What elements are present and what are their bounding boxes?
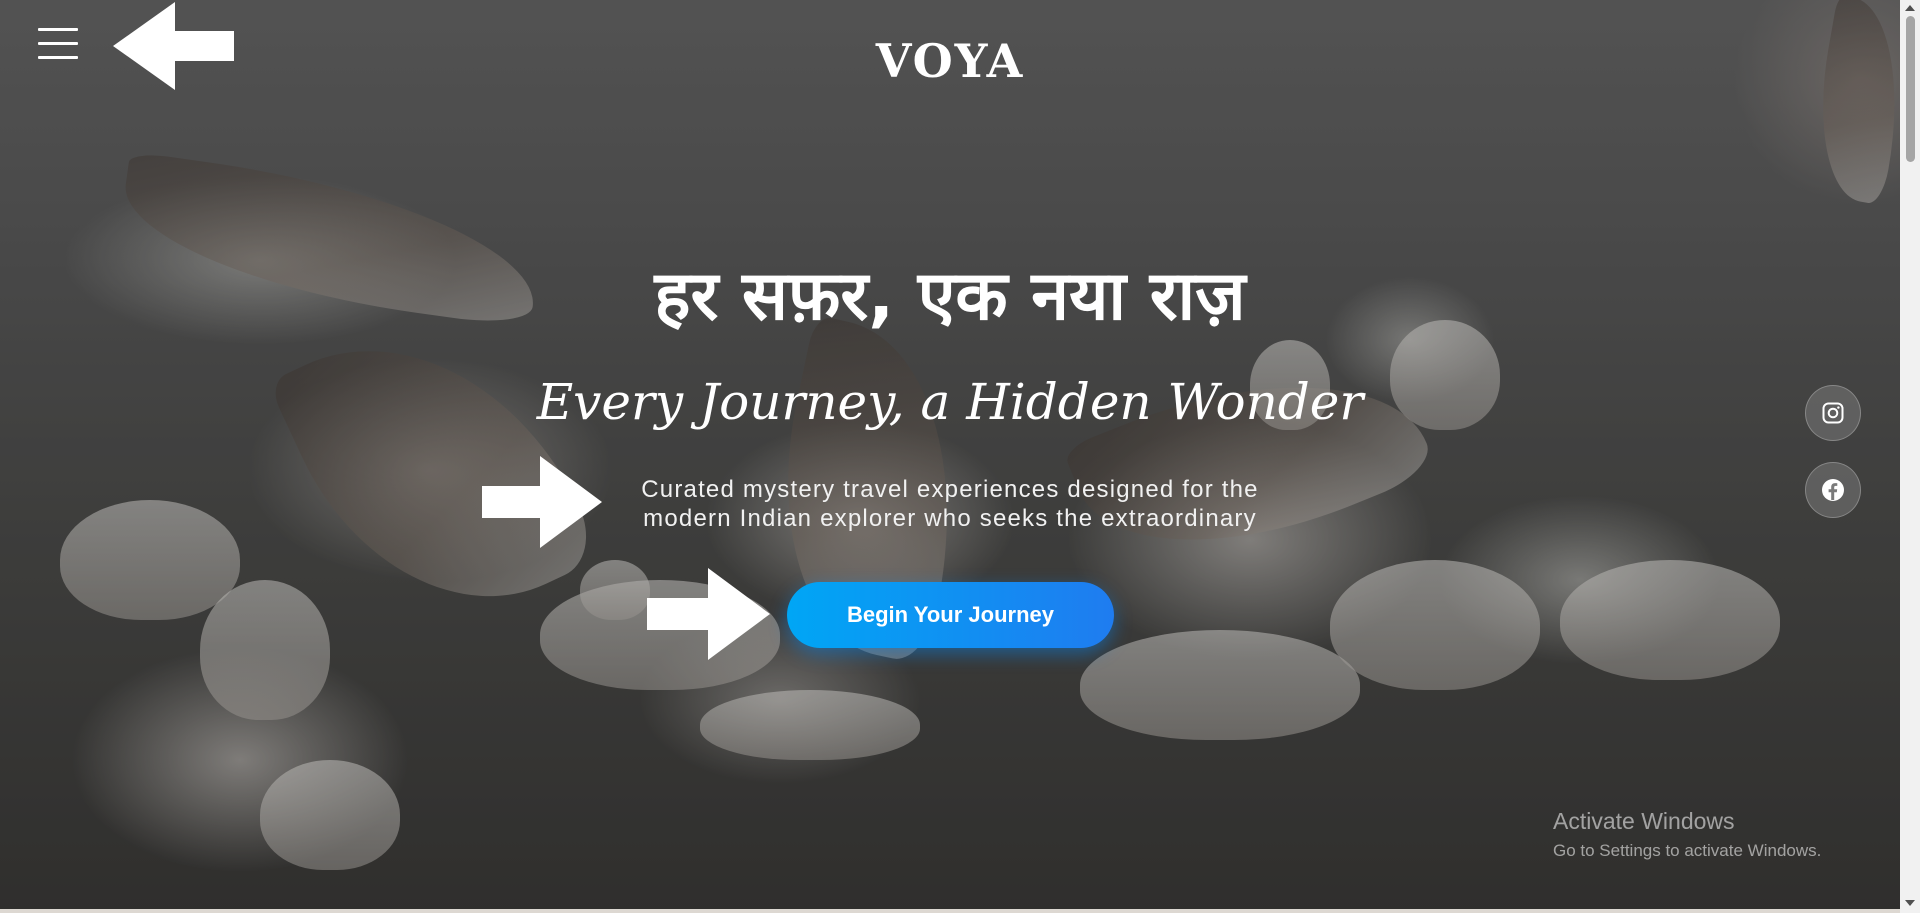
vertical-scrollbar[interactable] (1900, 0, 1920, 913)
left-arrow-shaft (172, 31, 234, 61)
facebook-button[interactable] (1805, 462, 1861, 518)
hero-description-line: modern Indian explorer who seeks the ext… (643, 505, 1257, 532)
begin-journey-button[interactable]: Begin Your Journey (787, 582, 1114, 648)
right-arrow-shaft (482, 486, 542, 518)
hero-description-line: Curated mystery travel experiences desig… (641, 476, 1259, 503)
left-arrow-head (113, 2, 175, 90)
hero-dark-overlay (0, 0, 1900, 913)
instagram-button[interactable] (1805, 385, 1861, 441)
right-arrow-head (540, 456, 602, 548)
right-arrow-head (708, 568, 770, 660)
hero-subtitle: Every Journey, a Hidden Wonder (536, 373, 1364, 431)
page-viewport: VOYA हर सफ़र, एक नया राज़ Every Journey,… (0, 0, 1920, 913)
page-bottom-edge (0, 909, 1900, 913)
activate-windows-title: Activate Windows (1553, 808, 1735, 834)
activate-windows-subtitle: Go to Settings to activate Windows. (1553, 841, 1822, 860)
scroll-down-arrow-icon[interactable] (1905, 900, 1915, 906)
scrollbar-thumb[interactable] (1906, 16, 1915, 162)
right-arrow-shaft (647, 598, 711, 630)
instagram-icon (1822, 402, 1844, 424)
hero-title: हर सफ़र, एक नया राज़ (654, 257, 1246, 336)
hero-description: Curated mystery travel experiences desig… (600, 475, 1300, 533)
facebook-icon (1822, 479, 1844, 501)
scroll-up-arrow-icon[interactable] (1905, 5, 1915, 11)
menu-line (38, 28, 78, 31)
brand-logo[interactable]: VOYA (0, 34, 1900, 88)
